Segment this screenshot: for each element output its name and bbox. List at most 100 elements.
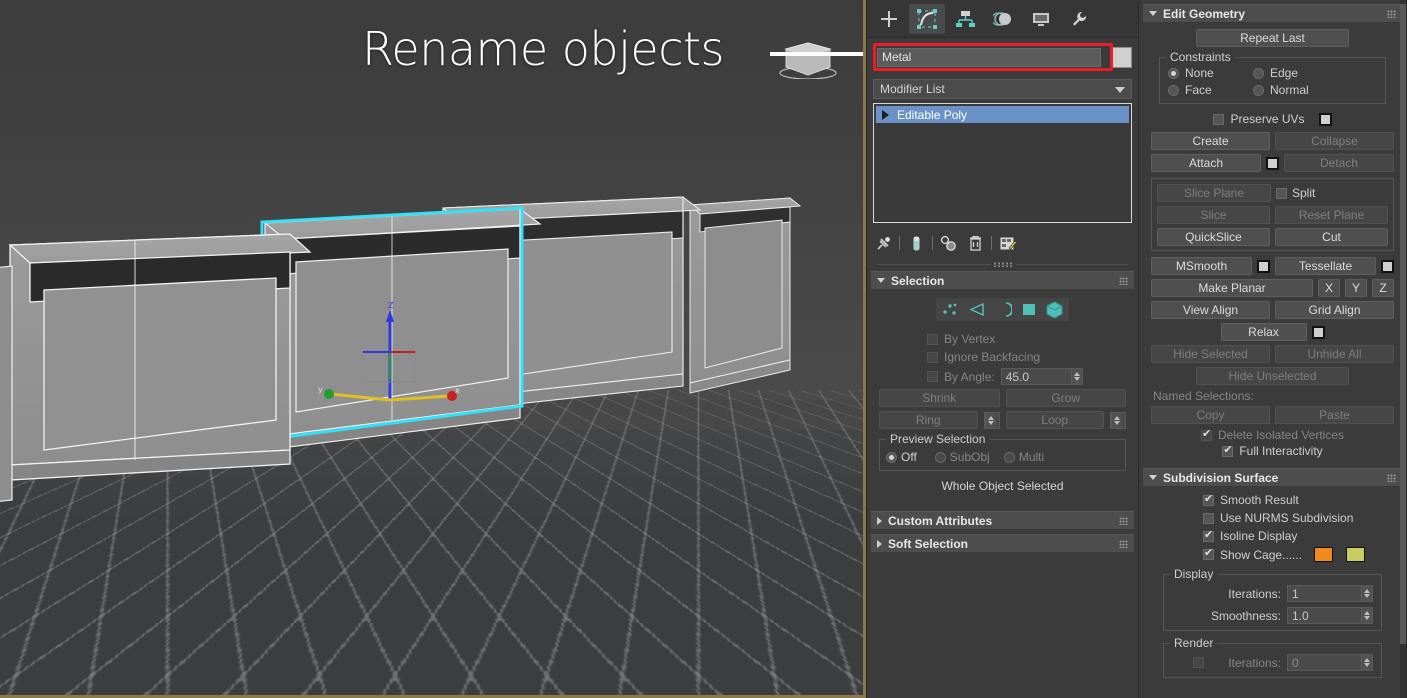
create-collapse-row[interactable]: Create Collapse: [1151, 132, 1394, 150]
command-panel-column-2[interactable]: Edit Geometry Repeat Last Constraints No…: [1138, 0, 1406, 698]
object-name-input[interactable]: [877, 48, 1101, 67]
motion-tab[interactable]: [985, 4, 1021, 34]
by-angle-spinner[interactable]: 45.0: [1001, 368, 1083, 385]
modify-tab[interactable]: [909, 4, 945, 34]
isoline-display-row[interactable]: Isoline Display: [1151, 529, 1394, 543]
crate-1[interactable]: [10, 234, 310, 480]
slice-plane-split-row[interactable]: Slice Plane Split: [1157, 184, 1388, 202]
cut-button[interactable]: Cut: [1275, 228, 1388, 246]
panel-resize-handle[interactable]: [877, 260, 1128, 268]
copy-paste-row[interactable]: Copy Paste: [1151, 406, 1394, 424]
ignore-backfacing-row[interactable]: Ignore Backfacing: [875, 350, 1130, 364]
constraint-edge-radio[interactable]: [1253, 68, 1264, 79]
show-cage-color-b[interactable]: [1346, 547, 1365, 562]
smooth-result-row[interactable]: Smooth Result: [1151, 493, 1394, 507]
slice-button[interactable]: Slice: [1157, 206, 1270, 224]
tessellate-button[interactable]: Tessellate: [1275, 257, 1376, 275]
crate-2-selected[interactable]: [265, 209, 540, 450]
show-end-result-icon[interactable]: [906, 233, 926, 253]
object-name-row[interactable]: [873, 41, 1132, 73]
isoline-display-checkbox[interactable]: [1203, 531, 1214, 542]
display-smoothness-spinner[interactable]: 1.0: [1287, 607, 1373, 624]
show-cage-color-a[interactable]: [1314, 547, 1333, 562]
panel-scrollbar-thumb[interactable]: [1400, 4, 1406, 644]
make-planar-row[interactable]: Make Planar X Y Z: [1151, 279, 1394, 297]
subdivision-surface-header[interactable]: Subdivision Surface: [1143, 468, 1402, 486]
preserve-uvs-row[interactable]: Preserve UVs: [1151, 112, 1394, 126]
remove-modifier-icon[interactable]: [965, 233, 985, 253]
reset-plane-button[interactable]: Reset Plane: [1275, 206, 1388, 224]
use-nurms-checkbox[interactable]: [1203, 513, 1214, 524]
show-cage-checkbox[interactable]: [1203, 549, 1214, 560]
quickslice-cut-row[interactable]: QuickSlice Cut: [1157, 228, 1388, 246]
constraint-normal-radio[interactable]: [1253, 85, 1264, 96]
constraint-face-radio[interactable]: [1168, 85, 1179, 96]
shrink-button[interactable]: Shrink: [879, 389, 1000, 407]
show-cage-row[interactable]: Show Cage......: [1151, 547, 1394, 562]
by-angle-checkbox[interactable]: [927, 371, 938, 382]
object-color-swatch[interactable]: [1112, 47, 1132, 68]
crate-0-edge[interactable]: [0, 266, 12, 502]
modifier-list-dropdown[interactable]: Modifier List: [873, 79, 1132, 99]
delete-isolated-vertices-row[interactable]: Delete Isolated Vertices: [1151, 428, 1394, 442]
make-planar-y-button[interactable]: Y: [1345, 279, 1367, 297]
spinner-arrows-icon[interactable]: [1071, 369, 1082, 384]
rollout-grip-icon[interactable]: [1119, 517, 1128, 525]
modifier-stack[interactable]: Editable Poly: [873, 103, 1132, 223]
attach-settings-icon[interactable]: [1266, 157, 1279, 170]
hide-unselected-button[interactable]: Hide Unselected: [1196, 367, 1349, 385]
grow-button[interactable]: Grow: [1006, 389, 1127, 407]
render-iterations-spinner[interactable]: 0: [1287, 654, 1373, 671]
spinner-arrows-icon[interactable]: [1111, 413, 1122, 428]
msmooth-button[interactable]: MSmooth: [1151, 257, 1252, 275]
full-interactivity-checkbox[interactable]: [1222, 446, 1233, 457]
unhide-all-button[interactable]: Unhide All: [1275, 345, 1394, 363]
spinner-arrows-icon[interactable]: [985, 413, 996, 428]
crate-4[interactable]: [690, 198, 800, 393]
rollout-grip-icon[interactable]: [1387, 10, 1396, 18]
custom-attributes-header[interactable]: Custom Attributes: [871, 511, 1134, 529]
collapse-button[interactable]: Collapse: [1275, 132, 1394, 150]
scene-objects[interactable]: Z x y: [0, 0, 866, 698]
display-tab[interactable]: [1023, 4, 1059, 34]
sub-object-level-buttons[interactable]: [935, 297, 1070, 322]
make-planar-x-button[interactable]: X: [1318, 279, 1340, 297]
command-panel[interactable]: Modifier List Editable Poly: [866, 0, 1138, 698]
quickslice-button[interactable]: QuickSlice: [1157, 228, 1270, 246]
slice-reset-row[interactable]: Slice Reset Plane: [1157, 206, 1388, 224]
preserve-uvs-checkbox[interactable]: [1213, 114, 1224, 125]
render-iterations-checkbox[interactable]: [1193, 657, 1204, 668]
ring-loop-row[interactable]: Ring Loop: [875, 411, 1130, 429]
utilities-tab[interactable]: [1061, 4, 1097, 34]
pin-stack-icon[interactable]: [873, 233, 893, 253]
command-panel-tabs[interactable]: [867, 0, 1138, 38]
create-tab[interactable]: [871, 4, 907, 34]
attach-button[interactable]: Attach: [1151, 154, 1261, 172]
by-vertex-row[interactable]: By Vertex: [875, 332, 1130, 346]
align-row[interactable]: View Align Grid Align: [1151, 301, 1394, 319]
relax-settings-icon[interactable]: [1312, 326, 1325, 339]
spinner-arrows-icon[interactable]: [1361, 608, 1372, 623]
attach-detach-row[interactable]: Attach Detach: [1151, 154, 1394, 172]
make-planar-button[interactable]: Make Planar: [1151, 279, 1313, 297]
by-angle-row[interactable]: By Angle: 45.0: [875, 368, 1130, 385]
viewport-perspective[interactable]: Z x y: [0, 0, 866, 698]
ring-button[interactable]: Ring: [879, 411, 978, 429]
make-unique-icon[interactable]: [939, 233, 959, 253]
msmooth-tessellate-row[interactable]: MSmooth Tessellate: [1151, 257, 1394, 275]
soft-selection-header[interactable]: Soft Selection: [871, 534, 1134, 552]
constraint-none-radio[interactable]: [1168, 68, 1179, 79]
use-nurms-row[interactable]: Use NURMS Subdivision: [1151, 511, 1394, 525]
selection-rollout-header[interactable]: Selection: [871, 271, 1134, 289]
hide-row[interactable]: Hide Selected Unhide All: [1151, 345, 1394, 363]
expand-triangle-icon[interactable]: [882, 110, 889, 120]
by-vertex-checkbox[interactable]: [927, 334, 938, 345]
view-align-button[interactable]: View Align: [1151, 301, 1270, 319]
relax-row[interactable]: Relax: [1151, 323, 1394, 341]
ring-spinner[interactable]: [984, 412, 1000, 429]
ignore-backfacing-checkbox[interactable]: [927, 352, 938, 363]
grid-align-button[interactable]: Grid Align: [1275, 301, 1394, 319]
rollout-grip-icon[interactable]: [1119, 540, 1128, 548]
preview-off-radio[interactable]: [886, 452, 897, 463]
display-iterations-spinner[interactable]: 1: [1287, 585, 1373, 602]
